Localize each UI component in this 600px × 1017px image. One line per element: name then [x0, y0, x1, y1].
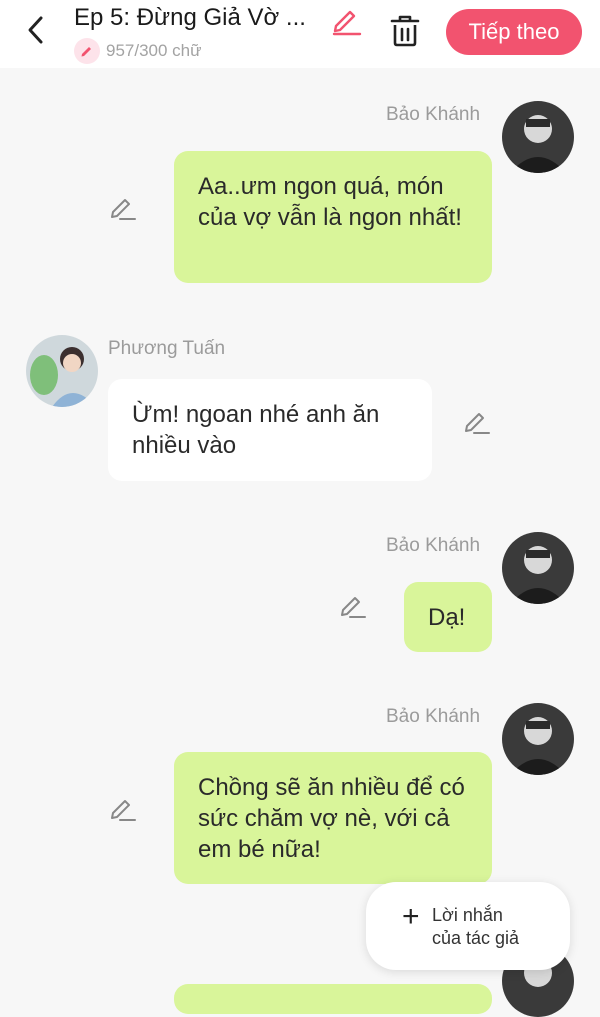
back-button[interactable]	[18, 12, 54, 48]
pencil-icon	[465, 413, 490, 434]
back-arrow-icon	[28, 16, 43, 44]
trash-icon	[390, 15, 420, 47]
avatar[interactable]	[502, 703, 574, 775]
avatar[interactable]	[26, 335, 98, 407]
author-note-button[interactable]: + Lời nhắn của tác giả	[366, 882, 570, 970]
avatar[interactable]	[502, 101, 574, 173]
sender-name: Bảo Khánh	[386, 706, 481, 727]
edit-title-button[interactable]	[330, 4, 362, 36]
message-bubble[interactable]: Chồng sẽ ăn nhiều để có sức chăm vợ nè, …	[174, 752, 492, 884]
episode-title: Ep 5: Đừng Giả Vờ ...	[74, 4, 306, 31]
edit-message-button[interactable]	[108, 192, 138, 222]
edit-message-button[interactable]	[462, 406, 492, 436]
pencil-icon	[341, 597, 366, 618]
pencil-icon	[111, 199, 136, 220]
delete-button[interactable]	[386, 12, 424, 50]
plus-icon: +	[402, 900, 420, 933]
pencil-icon	[111, 800, 136, 821]
message-bubble-partial[interactable]	[174, 984, 492, 1014]
pencil-badge-icon	[74, 38, 100, 64]
message-bubble[interactable]: Dạ!	[404, 582, 492, 652]
edit-message-button[interactable]	[338, 590, 368, 620]
avatar[interactable]	[502, 532, 574, 604]
edit-message-button[interactable]	[108, 793, 138, 823]
sender-name: Phương Tuấn	[108, 338, 226, 359]
message-bubble[interactable]: Ừm! ngoan nhé anh ăn nhiều vào	[108, 379, 432, 481]
word-count: 957/300 chữ	[74, 38, 202, 64]
sender-name: Bảo Khánh	[386, 535, 481, 556]
word-count-text: 957/300 chữ	[106, 41, 202, 60]
next-button[interactable]: Tiếp theo	[446, 9, 582, 55]
pencil-icon	[332, 10, 362, 36]
top-bar: Ep 5: Đừng Giả Vờ ... 957/300 chữ Tiếp t…	[0, 0, 600, 68]
message-bubble[interactable]: Aa..ưm ngon quá, món của vợ vẫn là ngon …	[174, 151, 492, 283]
sender-name: Bảo Khánh	[386, 104, 481, 125]
author-note-label: Lời nhắn của tác giả	[432, 905, 520, 948]
